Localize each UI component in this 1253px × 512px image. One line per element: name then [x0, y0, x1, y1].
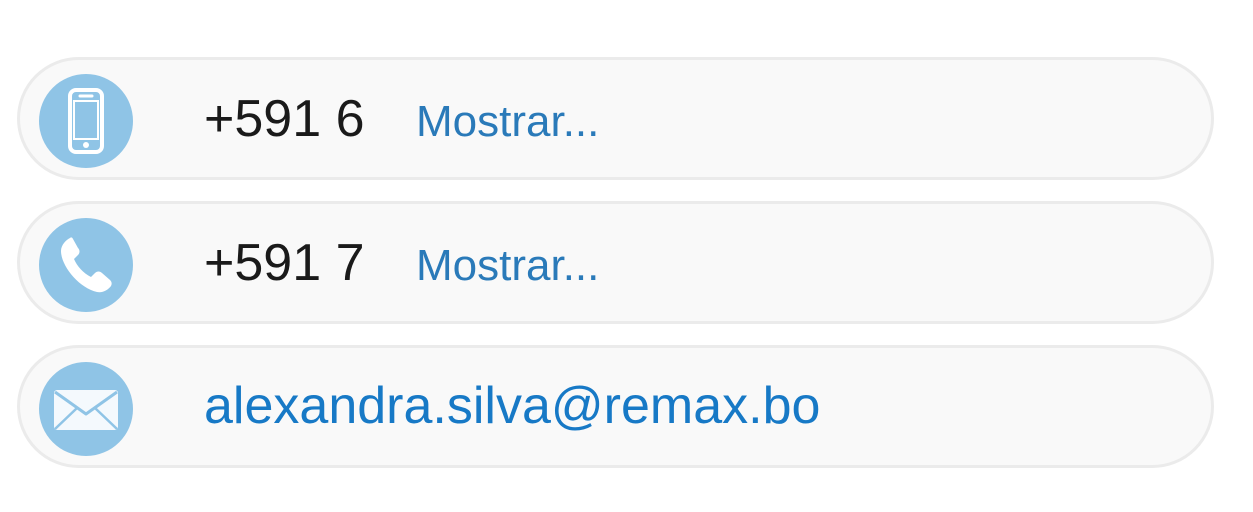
mobile-contact-row: +591 6 Mostrar...: [17, 57, 1214, 180]
email-link[interactable]: alexandra.silva@remax.bo: [204, 374, 820, 438]
contact-list: +591 6 Mostrar... +591 7 Mostrar... alex…: [17, 57, 1214, 489]
phone-contact-row: +591 7 Mostrar...: [17, 201, 1214, 324]
phone-handset-icon: [39, 218, 133, 312]
show-phone-link[interactable]: Mostrar...: [416, 238, 599, 294]
smartphone-icon: [39, 74, 133, 168]
show-mobile-link[interactable]: Mostrar...: [416, 94, 599, 150]
envelope-icon: [39, 362, 133, 456]
mobile-number: +591 6: [204, 90, 365, 148]
phone-number: +591 7: [204, 234, 365, 292]
email-contact-row: alexandra.silva@remax.bo: [17, 345, 1214, 468]
